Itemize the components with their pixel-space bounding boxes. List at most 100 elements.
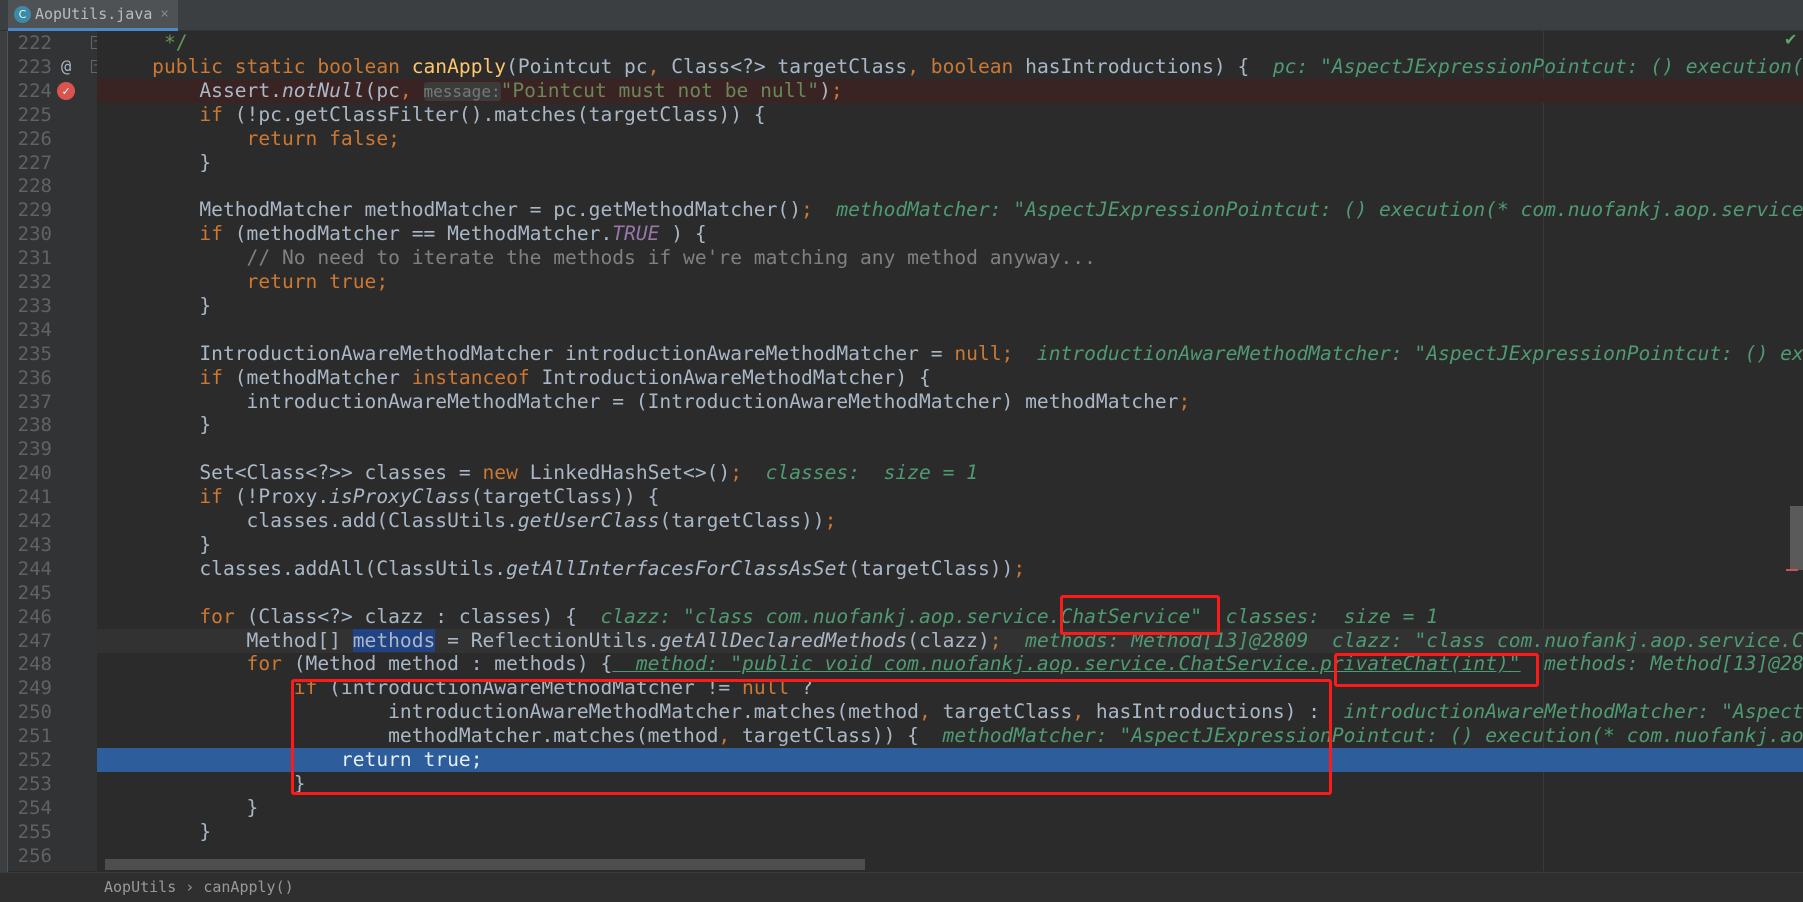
code-token: } — [105, 413, 212, 437]
code-line[interactable] — [97, 437, 1803, 461]
code-token: ; — [1178, 389, 1191, 413]
code-line[interactable]: Method[] methods = ReflectionUtils.getAl… — [97, 628, 1803, 653]
code-line[interactable]: if (methodMatcher == MethodMatcher.TRUE … — [97, 222, 1803, 246]
gutter-line[interactable]: 229 — [8, 198, 97, 222]
code-line[interactable]: } — [97, 820, 1803, 844]
code-token: "Pointcut must not be null" — [500, 78, 820, 102]
gutter-line[interactable]: 231 — [8, 246, 97, 270]
line-number: 236 — [17, 366, 52, 389]
override-annotation-icon[interactable]: @ — [61, 55, 71, 79]
debug-inline-value: methods: Method[13]@2809 — [1520, 652, 1803, 676]
code-token: // No need to iterate the methods if we'… — [105, 246, 1096, 270]
gutter-line[interactable]: 232 — [8, 270, 97, 294]
line-number-gutter[interactable]: 222−223@−224✓225226227228229230231232233… — [8, 31, 102, 871]
code-line[interactable]: if (!pc.getClassFilter().matches(targetC… — [97, 103, 1803, 127]
code-line[interactable]: for (Method method : methods) { method: … — [97, 652, 1803, 676]
code-line[interactable]: Assert.notNull(pc, message:"Pointcut mus… — [97, 78, 1803, 103]
gutter-line[interactable]: 249 — [8, 676, 97, 700]
gutter-line[interactable]: 228 — [8, 174, 97, 198]
gutter-line[interactable]: 224 ✓ — [8, 79, 97, 103]
gutter-line[interactable]: 247 — [8, 629, 97, 653]
gutter-line[interactable]: 237 — [8, 390, 97, 414]
code-token: null; — [954, 341, 1014, 365]
line-number: 227 — [17, 151, 52, 174]
code-token: if — [105, 222, 235, 246]
line-number: 246 — [17, 605, 52, 628]
left-tool-strip[interactable] — [0, 0, 8, 902]
gutter-line[interactable]: 253 — [8, 772, 97, 796]
gutter-line[interactable]: 242 — [8, 509, 97, 533]
error-stripe-marker[interactable] — [1786, 569, 1798, 571]
gutter-line[interactable]: 225 — [8, 103, 97, 127]
gutter-line[interactable]: 227 — [8, 151, 97, 175]
line-number: 229 — [17, 199, 52, 222]
gutter-line[interactable]: 233 — [8, 294, 97, 318]
code-line[interactable]: introductionAwareMethodMatcher = (Introd… — [97, 390, 1803, 414]
line-number: 226 — [17, 127, 52, 150]
code-token: (Pointcut pc — [506, 54, 648, 78]
gutter-line[interactable]: 245 — [8, 581, 97, 605]
gutter-line[interactable]: 226 — [8, 127, 97, 151]
code-line[interactable]: public static boolean canApply(Pointcut … — [97, 55, 1803, 79]
inspection-ok-icon[interactable]: ✔ — [1784, 30, 1797, 49]
line-number: 243 — [17, 533, 52, 556]
code-line[interactable]: return false; — [97, 127, 1803, 151]
horizontal-scrollbar[interactable] — [105, 859, 865, 870]
gutter-line[interactable]: 235 — [8, 342, 97, 366]
code-line[interactable]: return true; — [97, 270, 1803, 294]
code-line[interactable]: } — [97, 294, 1803, 318]
code-line[interactable]: classes.add(ClassUtils.getUserClass(targ… — [97, 509, 1803, 533]
code-line[interactable] — [97, 174, 1803, 198]
code-token: isProxyClass — [329, 485, 471, 509]
code-line[interactable] — [97, 318, 1803, 342]
code-line[interactable]: } — [97, 413, 1803, 437]
parameter-hint: message: — [423, 81, 501, 101]
code-token: Class<?> targetClass — [671, 54, 908, 78]
line-number: 252 — [17, 749, 52, 771]
code-line[interactable]: IntroductionAwareMethodMatcher introduct… — [97, 342, 1803, 366]
gutter-line[interactable]: 236 — [8, 366, 97, 390]
breakpoint-icon[interactable]: ✓ — [57, 81, 75, 100]
code-line[interactable]: } — [97, 533, 1803, 557]
gutter-line[interactable]: 250 — [8, 700, 97, 724]
code-line[interactable] — [97, 581, 1803, 605]
breadcrumb-item-class[interactable]: AopUtils — [104, 878, 176, 896]
gutter-line[interactable]: 256 — [8, 844, 97, 868]
tab-aoputils-java[interactable]: C AopUtils.java × — [8, 0, 178, 31]
code-line[interactable]: Set<Class<?>> classes = new LinkedHashSe… — [97, 461, 1803, 485]
code-token: for — [105, 652, 294, 676]
gutter-line[interactable]: 251 — [8, 724, 97, 748]
code-line[interactable]: classes.addAll(ClassUtils.getAllInterfac… — [97, 557, 1803, 581]
line-number: 225 — [17, 103, 52, 126]
gutter-line[interactable]: 239 — [8, 437, 97, 461]
gutter-line[interactable]: 252 — [8, 748, 97, 772]
gutter-line[interactable]: 246 — [8, 605, 97, 629]
gutter-line[interactable]: 238 — [8, 413, 97, 437]
gutter-line[interactable]: 241 — [8, 485, 97, 509]
code-line[interactable]: } — [97, 151, 1803, 175]
close-tab-icon[interactable]: × — [160, 6, 168, 22]
code-line[interactable]: MethodMatcher methodMatcher = pc.getMeth… — [97, 198, 1803, 222]
gutter-line[interactable]: 248 — [8, 652, 97, 676]
java-class-icon: C — [14, 5, 31, 23]
line-number: 222 — [17, 32, 52, 54]
code-line[interactable]: */ — [97, 31, 1803, 55]
gutter-line[interactable]: 255 — [8, 820, 97, 844]
gutter-line[interactable]: 230 — [8, 222, 97, 246]
gutter-line[interactable]: 244 — [8, 557, 97, 581]
annotation-box-chatservice — [1060, 595, 1220, 635]
gutter-line[interactable]: 234 — [8, 318, 97, 342]
breadcrumb-item-method[interactable]: canApply() — [203, 878, 293, 896]
code-line[interactable]: if (methodMatcher instanceof Introductio… — [97, 366, 1803, 390]
gutter-line[interactable]: 254 — [8, 796, 97, 820]
code-line[interactable]: // No need to iterate the methods if we'… — [97, 246, 1803, 270]
vertical-scrollbar-thumb[interactable] — [1790, 506, 1803, 570]
code-line[interactable]: } — [97, 796, 1803, 820]
code-line[interactable]: if (!Proxy.isProxyClass(targetClass)) { — [97, 485, 1803, 509]
code-line[interactable]: for (Class<?> clazz : classes) { clazz: … — [97, 605, 1803, 629]
gutter-line[interactable]: 222− — [8, 31, 102, 55]
debug-inline-value: clazz: "class com.nuofankj.aop.service.C… — [576, 604, 1439, 628]
gutter-line[interactable]: 223@− — [8, 55, 102, 79]
gutter-line[interactable]: 240 — [8, 461, 97, 485]
gutter-line[interactable]: 243 — [8, 533, 97, 557]
